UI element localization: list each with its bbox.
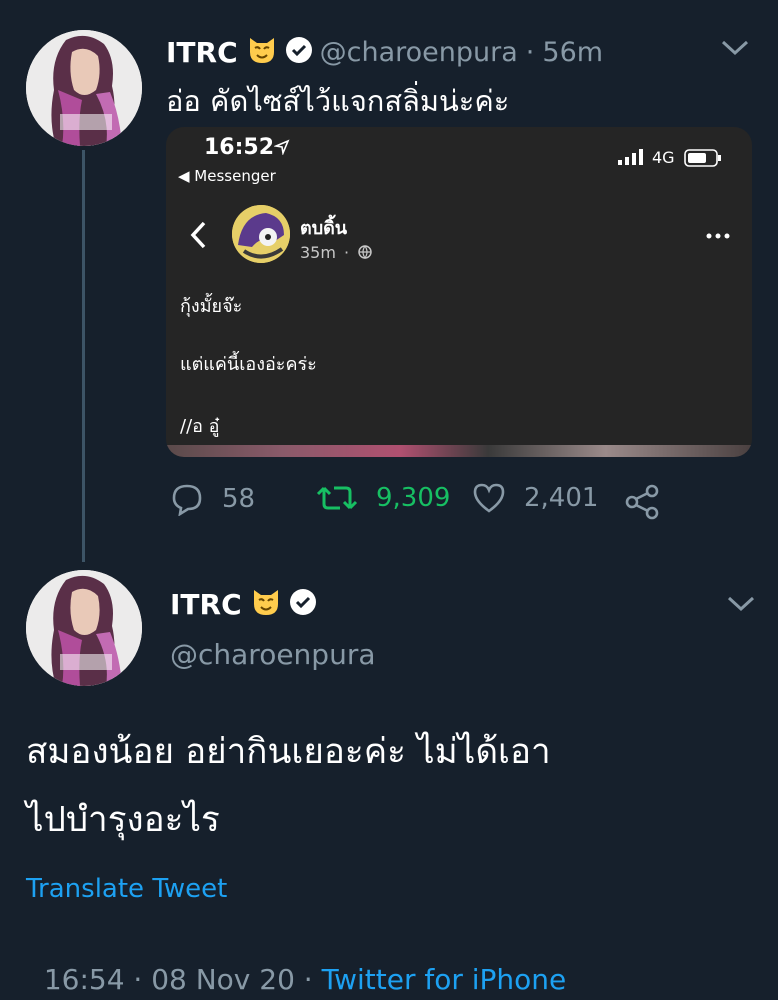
network-label: 4G (652, 148, 675, 167)
chevron-down-icon[interactable] (718, 34, 752, 64)
retweet-count: 9,309 (376, 483, 451, 513)
tweet-text: อ่อ คัดไซส์ไว้แจกสลิ่มน่ะค่ะ (166, 84, 510, 118)
reply-icon (172, 484, 202, 516)
like-button[interactable]: 2,401 (472, 482, 598, 514)
verified-icon (284, 35, 314, 69)
chat-name[interactable]: ตบดิ้น (300, 213, 347, 242)
like-count: 2,401 (524, 483, 599, 513)
message-3: //อ อู๋ (180, 416, 220, 437)
avatar[interactable] (26, 30, 142, 146)
chat-avatar[interactable] (232, 205, 290, 263)
location-arrow-icon (273, 139, 290, 159)
globe-icon (357, 243, 373, 262)
tweet-text-line-1: สมองน้อย อย่ากินเยอะค่ะ ไม่ได้เอา (26, 732, 551, 772)
separator: · (525, 36, 535, 68)
cat-emoji-icon (250, 586, 282, 622)
more-icon[interactable] (706, 225, 730, 244)
like-icon (473, 483, 505, 513)
verified-icon (288, 587, 318, 621)
display-name[interactable]: ITRC (166, 36, 238, 69)
translate-tweet-link[interactable]: Translate Tweet (26, 874, 227, 904)
retweet-button[interactable]: 9,309 (316, 482, 450, 514)
tweet-time[interactable]: 56m (542, 37, 603, 68)
embedded-image[interactable]: 16:52 ◀ Messenger 4G ตบดิ้น 35m · กุ้งมั… (166, 127, 752, 457)
back-to-messenger[interactable]: ◀ Messenger (178, 167, 276, 185)
tweet-timestamp[interactable]: 16:54 · 08 Nov 20 · (44, 963, 322, 996)
message-2: แต่แค่นี้เองอ่ะคร่ะ (180, 354, 317, 375)
chat-time: 35m (300, 243, 336, 262)
tweet-source-link[interactable]: Twitter for iPhone (322, 963, 567, 996)
battery-icon (684, 149, 722, 171)
signal-icon (618, 149, 644, 169)
chat-time-separator: · (344, 243, 350, 262)
handle[interactable]: @charoenpura (320, 37, 518, 68)
thread-line (82, 150, 85, 562)
avatar[interactable] (26, 570, 142, 686)
handle[interactable]: @charoenpura (170, 638, 376, 671)
message-1: กุ้งมั้ยจ๊ะ (180, 296, 243, 317)
share-icon[interactable] (624, 484, 660, 524)
retweet-icon (316, 486, 358, 510)
reply-count: 58 (222, 484, 256, 514)
status-time: 16:52 (204, 135, 275, 160)
cat-emoji-icon (246, 34, 278, 70)
chevron-down-icon[interactable] (724, 590, 758, 620)
reply-button[interactable]: 58 (170, 482, 255, 516)
image-strip (166, 445, 752, 457)
display-name[interactable]: ITRC (170, 588, 242, 621)
tweet-text-line-2: ไปบำรุงอะไร (26, 800, 220, 840)
back-chevron-icon[interactable] (188, 219, 208, 255)
